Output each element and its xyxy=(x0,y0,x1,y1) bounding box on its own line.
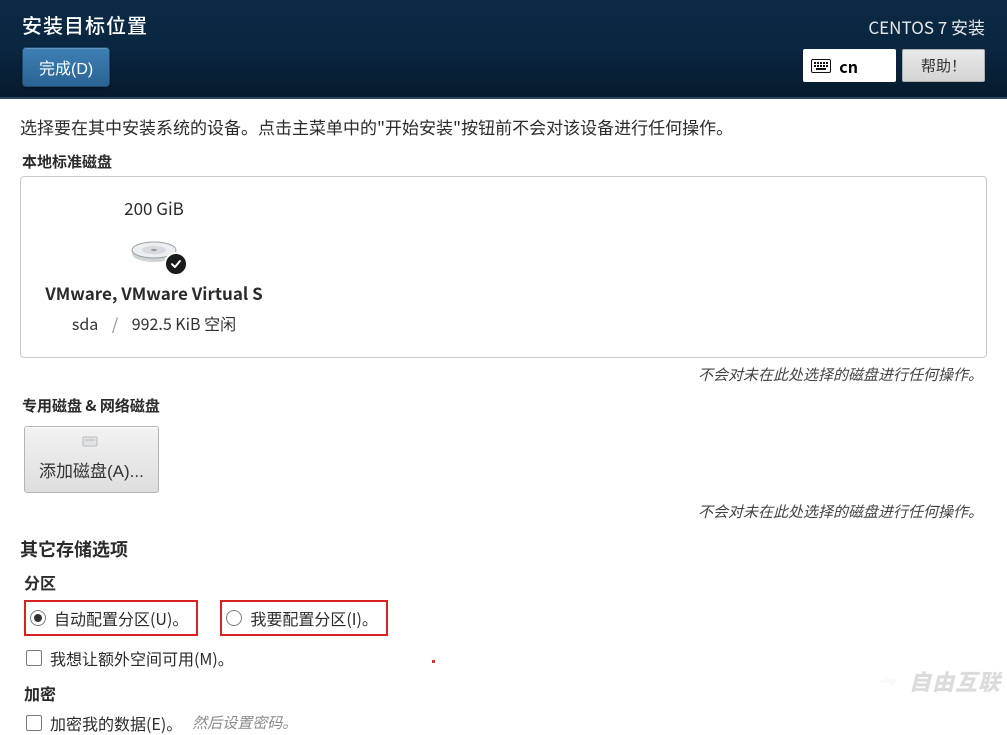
checkbox-box-icon xyxy=(26,650,42,666)
separator: / xyxy=(112,311,118,335)
radio-auto-label: 自动配置分区(U)。 xyxy=(54,606,188,630)
special-disks-hint: 不会对未在此处选择的磁盘进行任何操作。 xyxy=(20,501,983,522)
extra-space-label: 我想让额外空间可用(M)。 xyxy=(50,646,234,670)
keyboard-icon xyxy=(811,59,831,73)
keyboard-layout-selector[interactable]: cn xyxy=(803,49,896,82)
page-title: 安装目标位置 xyxy=(22,10,148,39)
local-disks-hint: 不会对未在此处选择的磁盘进行任何操作。 xyxy=(20,364,983,385)
disk-plus-icon xyxy=(82,433,100,453)
top-controls: cn 帮助！ xyxy=(803,49,985,82)
hard-disk-icon xyxy=(126,226,182,272)
radio-auto-partition[interactable]: 自动配置分区(U)。 xyxy=(30,606,188,630)
disk-item[interactable]: 200 GiB VMware, VMware Virtual S sda / 9… xyxy=(39,195,269,335)
disk-size: 200 GiB xyxy=(39,195,269,220)
check-icon xyxy=(164,252,188,276)
install-label: CENTOS 7 安装 xyxy=(868,14,985,39)
radio-manual-partition[interactable]: 我要配置分区(I)。 xyxy=(226,606,378,630)
done-button[interactable]: 完成(D) xyxy=(22,47,110,87)
encrypt-row: 加密我的数据(E)。 然后设置密码。 xyxy=(26,711,987,735)
add-disk-button[interactable]: 添加磁盘(A)... xyxy=(24,426,159,493)
radio-dot-icon xyxy=(226,610,242,626)
highlight-auto: 自动配置分区(U)。 xyxy=(24,600,198,636)
header-right: CENTOS 7 安装 cn 帮助！ xyxy=(803,10,985,97)
intro-text: 选择要在其中安装系统的设备。点击主菜单中的"开始安装"按钮前不会对该设备进行任何… xyxy=(20,115,987,139)
add-disk-label: 添加磁盘(A)... xyxy=(39,457,144,482)
local-disks-label: 本地标准磁盘 xyxy=(22,151,987,172)
header-bar: 安装目标位置 完成(D) CENTOS 7 安装 cn 帮助！ xyxy=(0,0,1007,99)
special-disks-label: 专用磁盘 & 网络磁盘 xyxy=(22,395,987,416)
header-left: 安装目标位置 完成(D) xyxy=(22,10,148,97)
partition-radio-group: 自动配置分区(U)。 我要配置分区(I)。 xyxy=(24,600,987,636)
checkbox-extra-space[interactable]: 我想让额外空间可用(M)。 xyxy=(26,646,234,670)
decorative-dot xyxy=(432,660,435,663)
checkbox-encrypt[interactable]: 加密我的数据(E)。 xyxy=(26,711,182,735)
encrypt-option-label: 加密我的数据(E)。 xyxy=(50,711,182,735)
keyboard-layout-code: cn xyxy=(839,54,858,78)
help-button[interactable]: 帮助！ xyxy=(902,49,985,82)
other-storage-title: 其它存储选项 xyxy=(20,536,987,562)
encrypt-hint: 然后设置密码。 xyxy=(192,712,297,733)
extra-space-row: 我想让额外空间可用(M)。 xyxy=(26,646,987,671)
checkbox-box-icon xyxy=(26,715,42,731)
disk-free: 992.5 KiB 空闲 xyxy=(132,311,236,335)
radio-dot-icon xyxy=(30,610,46,626)
content-area: 选择要在其中安装系统的设备。点击主菜单中的"开始安装"按钮前不会对该设备进行任何… xyxy=(0,99,1007,735)
radio-manual-label: 我要配置分区(I)。 xyxy=(250,606,378,630)
local-disks-panel: 200 GiB VMware, VMware Virtual S sda / 9… xyxy=(20,176,987,358)
partition-label: 分区 xyxy=(24,570,987,594)
encrypt-label: 加密 xyxy=(24,681,987,705)
disk-meta: sda / 992.5 KiB 空闲 xyxy=(39,311,269,335)
disk-name: VMware, VMware Virtual S xyxy=(39,280,269,305)
disk-device: sda xyxy=(72,311,98,335)
highlight-manual: 我要配置分区(I)。 xyxy=(220,600,388,636)
